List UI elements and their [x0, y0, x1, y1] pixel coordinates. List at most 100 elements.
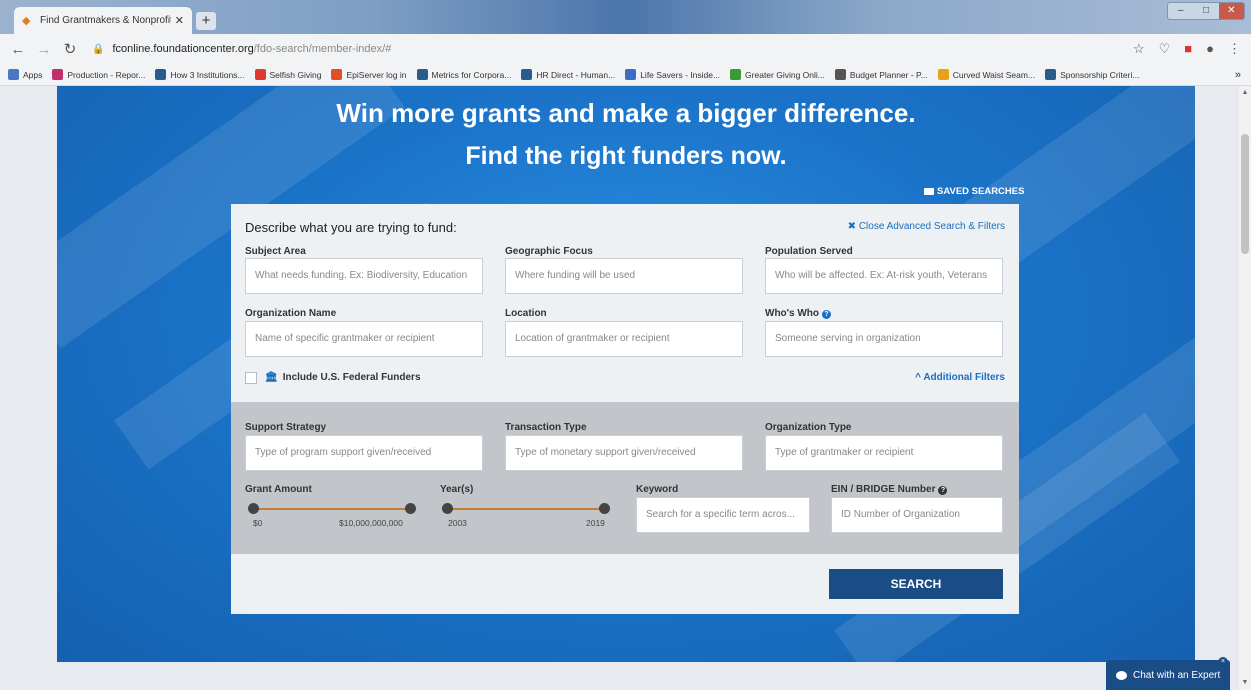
bank-icon: 🏛: [265, 372, 278, 383]
close-tab-icon[interactable]: ✕: [175, 14, 184, 27]
years-min-handle[interactable]: [442, 503, 453, 514]
saved-searches-label: SAVED SEARCHES: [937, 186, 1025, 197]
bookmark-favicon-icon: [8, 69, 19, 80]
chat-label: Chat with an Expert: [1133, 669, 1221, 681]
page-content: Win more grants and make a bigger differ…: [0, 86, 1237, 690]
grant-amount-max-handle[interactable]: [405, 503, 416, 514]
transaction-type-label: Transaction Type: [505, 422, 587, 433]
browser-tab[interactable]: ◆ Find Grantmakers & Nonprofit F ✕: [14, 7, 192, 34]
organization-name-input[interactable]: Name of specific grantmaker or recipient: [245, 321, 483, 357]
maximize-icon[interactable]: □: [1193, 3, 1218, 19]
scroll-up-icon[interactable]: ▲: [1238, 86, 1251, 100]
whos-who-input[interactable]: Someone serving in organization: [765, 321, 1003, 357]
bookmarks-bar: Apps Production - Repor... How 3 Instituti…: [0, 64, 1251, 86]
bookmark-favicon-icon: [625, 69, 637, 80]
back-icon[interactable]: ←: [10, 41, 26, 58]
bookmark-label: Greater Giving Onli...: [745, 69, 825, 80]
bookmark-favicon-icon: [730, 69, 742, 80]
bookmark-item[interactable]: Apps: [8, 69, 42, 80]
bookmark-favicon-icon: [416, 69, 428, 80]
organization-type-input[interactable]: Type of grantmaker or recipient: [765, 435, 1003, 471]
population-served-input[interactable]: Who will be affected. Ex: At-risk youth,…: [765, 258, 1003, 294]
chat-close-icon[interactable]: ×: [1218, 657, 1228, 667]
additional-filters-toggle[interactable]: ^ Additional Filters: [915, 372, 1005, 383]
bookmark-favicon-icon: [155, 69, 167, 80]
pocket-icon[interactable]: ♡: [1159, 41, 1171, 57]
bookmark-item[interactable]: Greater Giving Onli...: [730, 69, 825, 80]
close-window-icon[interactable]: ✕: [1218, 3, 1244, 19]
years-slider-track[interactable]: [447, 508, 604, 510]
support-strategy-input[interactable]: Type of program support given/received: [245, 435, 483, 471]
subject-area-input[interactable]: What needs funding. Ex: Biodiversity, Ed…: [245, 258, 483, 294]
extension-icon[interactable]: ■: [1184, 41, 1192, 57]
ein-input[interactable]: ID Number of Organization: [831, 497, 1003, 533]
bookmark-item[interactable]: EpiServer log in: [331, 69, 407, 80]
whos-who-label: Who's Who: [765, 308, 820, 319]
federal-funders-option[interactable]: 🏛 Include U.S. Federal Funders: [265, 372, 421, 383]
grant-amount-min-handle[interactable]: [248, 503, 259, 514]
bookmark-label: Selfish Giving: [269, 69, 322, 80]
hero-subheadline: Find the right funders now.: [465, 142, 787, 170]
menu-icon[interactable]: ⋮: [1228, 41, 1241, 57]
search-button[interactable]: SEARCH: [829, 569, 1003, 599]
search-panel: Describe what you are trying to fund: ✖ …: [231, 204, 1019, 614]
close-x-icon: ✖: [847, 221, 857, 232]
page-scrollbar[interactable]: ▲ ▼: [1237, 86, 1251, 690]
saved-searches-link[interactable]: SAVED SEARCHES: [924, 186, 1024, 197]
scroll-down-icon[interactable]: ▼: [1238, 676, 1251, 690]
bookmark-label: Life Savers - Inside...: [640, 69, 721, 80]
bookmark-favicon-icon: [834, 69, 846, 80]
bookmark-item[interactable]: How 3 Institutions...: [155, 69, 245, 80]
address-bar: ← → ↻ 🔒 fconline.foundationcenter.org /f…: [0, 34, 1251, 64]
more-bookmarks-icon[interactable]: »: [1235, 69, 1241, 81]
transaction-type-input[interactable]: Type of monetary support given/received: [505, 435, 743, 471]
bookmark-star-icon[interactable]: ☆: [1133, 41, 1145, 57]
grant-amount-slider-track[interactable]: [253, 508, 411, 510]
url-field[interactable]: 🔒 fconline.foundationcenter.org /fdo-sea…: [92, 43, 391, 55]
bookmark-item[interactable]: Metrics for Corpora...: [416, 69, 511, 80]
keyword-input[interactable]: Search for a specific term acros...: [636, 497, 810, 533]
new-tab-button[interactable]: +: [196, 12, 216, 30]
folder-icon: [924, 188, 934, 195]
whos-who-label-wrap: Who's Who?: [765, 308, 832, 319]
bookmark-label: HR Direct - Human...: [536, 69, 616, 80]
hero-banner: Win more grants and make a bigger differ…: [57, 86, 1195, 662]
federal-funders-label: Include U.S. Federal Funders: [282, 372, 421, 383]
profile-avatar-icon[interactable]: ●: [1206, 41, 1214, 57]
close-advanced-label: Close Advanced Search & Filters: [858, 221, 1005, 232]
bookmark-item[interactable]: Sponsorship Criteri...: [1045, 69, 1139, 80]
years-max-handle[interactable]: [599, 503, 610, 514]
ein-label-wrap: EIN / BRIDGE Number?: [831, 484, 948, 495]
years-label: Year(s): [440, 484, 474, 495]
population-served-label: Population Served: [765, 246, 853, 257]
forward-icon[interactable]: →: [36, 41, 52, 58]
minimize-icon[interactable]: –: [1168, 3, 1193, 19]
subject-area-label: Subject Area: [245, 246, 306, 257]
geographic-focus-input[interactable]: Where funding will be used: [505, 258, 743, 294]
keyword-label: Keyword: [636, 484, 679, 495]
chat-with-expert-button[interactable]: Chat with an Expert ×: [1106, 657, 1230, 690]
bookmark-favicon-icon: [331, 69, 343, 80]
organization-type-label: Organization Type: [765, 422, 852, 433]
grant-amount-min-value: $0: [253, 518, 263, 528]
bookmark-item[interactable]: Selfish Giving: [254, 69, 322, 80]
federal-funders-checkbox[interactable]: [245, 372, 257, 384]
bookmark-item[interactable]: Production - Repor...: [52, 69, 145, 80]
bookmark-label: How 3 Institutions...: [170, 69, 245, 80]
bookmark-item[interactable]: HR Direct - Human...: [521, 69, 615, 80]
organization-name-label: Organization Name: [245, 308, 337, 319]
bookmark-item[interactable]: Budget Planner - P...: [834, 69, 928, 80]
location-input[interactable]: Location of grantmaker or recipient: [505, 321, 743, 357]
bookmark-item[interactable]: Curved Waist Seam...: [937, 69, 1035, 80]
bookmark-item[interactable]: Life Savers - Inside...: [625, 69, 720, 80]
reload-icon[interactable]: ↻: [62, 40, 78, 58]
help-icon[interactable]: ?: [938, 486, 948, 495]
chevron-up-icon: ^: [915, 372, 921, 383]
bookmark-favicon-icon: [1045, 69, 1057, 80]
lock-icon: 🔒: [92, 43, 105, 55]
close-advanced-link[interactable]: ✖ Close Advanced Search & Filters: [848, 221, 1005, 232]
scrollbar-thumb[interactable]: [1241, 134, 1249, 254]
grant-amount-max-value: $10,000,000,000: [339, 518, 403, 528]
ein-label: EIN / BRIDGE Number: [831, 484, 936, 495]
help-icon[interactable]: ?: [822, 310, 832, 319]
